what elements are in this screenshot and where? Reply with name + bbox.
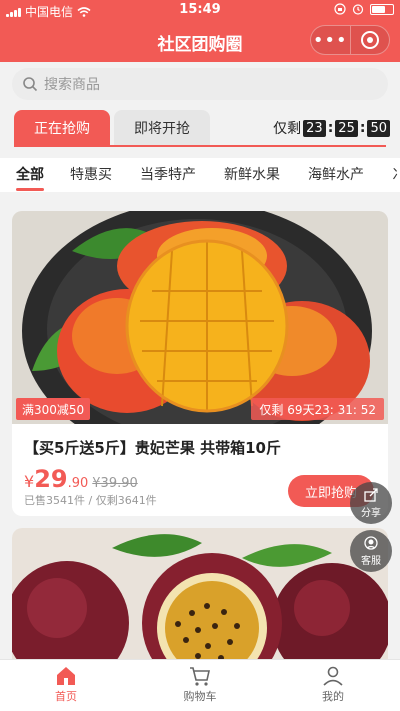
tab-profile[interactable]: 我的 <box>293 664 373 704</box>
category-underline <box>16 188 44 191</box>
category-more[interactable]: 冫 <box>392 164 400 184</box>
search-input[interactable]: 搜索商品 <box>12 68 388 100</box>
category-seafood[interactable]: 海鲜水产 <box>308 164 364 184</box>
tab-home[interactable]: 首页 <box>26 664 106 704</box>
category-fruit[interactable]: 新鲜水果 <box>224 164 280 184</box>
price-decimal: .90 <box>67 476 89 491</box>
service-label: 客服 <box>361 556 381 567</box>
product-card-2[interactable] <box>12 528 388 668</box>
bottom-tab-bar: 首页 购物车 我的 <box>0 659 400 711</box>
countdown-hours: 23 <box>303 119 326 137</box>
product-image-mango: 满300减50 仅剩 69天23: 31: 52 <box>12 211 388 424</box>
product-card[interactable]: 满300减50 仅剩 69天23: 31: 52 【买5斤送5斤】贵妃芒果 共带… <box>12 211 388 516</box>
headset-icon <box>364 536 378 550</box>
mini-program-capsule: ••• <box>310 25 390 55</box>
tab-upcoming[interactable]: 即将开抢 <box>114 110 210 146</box>
search-placeholder: 搜索商品 <box>44 77 100 93</box>
close-target-icon[interactable] <box>351 26 390 54</box>
battery-icon <box>370 3 394 15</box>
share-icon <box>364 488 378 502</box>
status-right <box>334 3 394 15</box>
tab-on-sale[interactable]: 正在抢购 <box>14 110 110 146</box>
user-icon <box>323 666 343 686</box>
status-bar: 中国电信 15:49 <box>0 0 400 20</box>
share-label: 分享 <box>361 508 381 519</box>
remaining-time-tag: 仅剩 69天23: 31: 52 <box>251 398 384 420</box>
countdown-timer: 仅剩 23 : 25 : 50 <box>273 118 390 138</box>
search-icon <box>23 77 38 92</box>
price-symbol: ¥ <box>24 472 35 491</box>
sold-count: 已售3541件 / 仅剩3641件 <box>24 494 157 507</box>
tab-cart-label: 购物车 <box>183 690 217 703</box>
sale-tabs: 正在抢购 即将开抢 仅剩 23 : 25 : 50 <box>14 110 390 146</box>
customer-service-button[interactable]: 客服 <box>350 530 392 572</box>
category-all[interactable]: 全部 <box>16 164 44 184</box>
cart-icon <box>190 667 210 686</box>
tab-divider <box>14 145 386 147</box>
countdown-minutes: 25 <box>335 119 358 137</box>
countdown-prefix: 仅剩 <box>273 121 302 137</box>
product-image-passion-fruit <box>12 528 388 668</box>
home-icon <box>57 667 75 685</box>
category-seasonal[interactable]: 当季特产 <box>140 164 196 184</box>
price-integer: 29 <box>34 465 68 493</box>
tab-home-label: 首页 <box>55 690 77 703</box>
product-title[interactable]: 【买5斤送5斤】贵妃芒果 共带箱10斤 <box>24 437 281 458</box>
promo-tag: 满300减50 <box>16 398 91 420</box>
tab-cart[interactable]: 购物车 <box>160 664 240 704</box>
nav-bar: 社区团购圈 ••• <box>0 20 400 62</box>
tab-profile-label: 我的 <box>322 690 344 703</box>
category-deals[interactable]: 特惠买 <box>70 164 112 184</box>
category-bar: 全部 特惠买 当季特产 新鲜水果 海鲜水产 冫 <box>0 158 400 192</box>
more-dots-icon[interactable]: ••• <box>311 26 351 54</box>
countdown-seconds: 50 <box>367 119 390 137</box>
original-price: ¥39.90 <box>92 476 138 491</box>
lock-rotation-icon <box>334 3 346 15</box>
share-button[interactable]: 分享 <box>350 482 392 524</box>
alarm-icon <box>352 4 364 15</box>
price-row: ¥ 29 .90 ¥39.90 <box>24 465 138 493</box>
